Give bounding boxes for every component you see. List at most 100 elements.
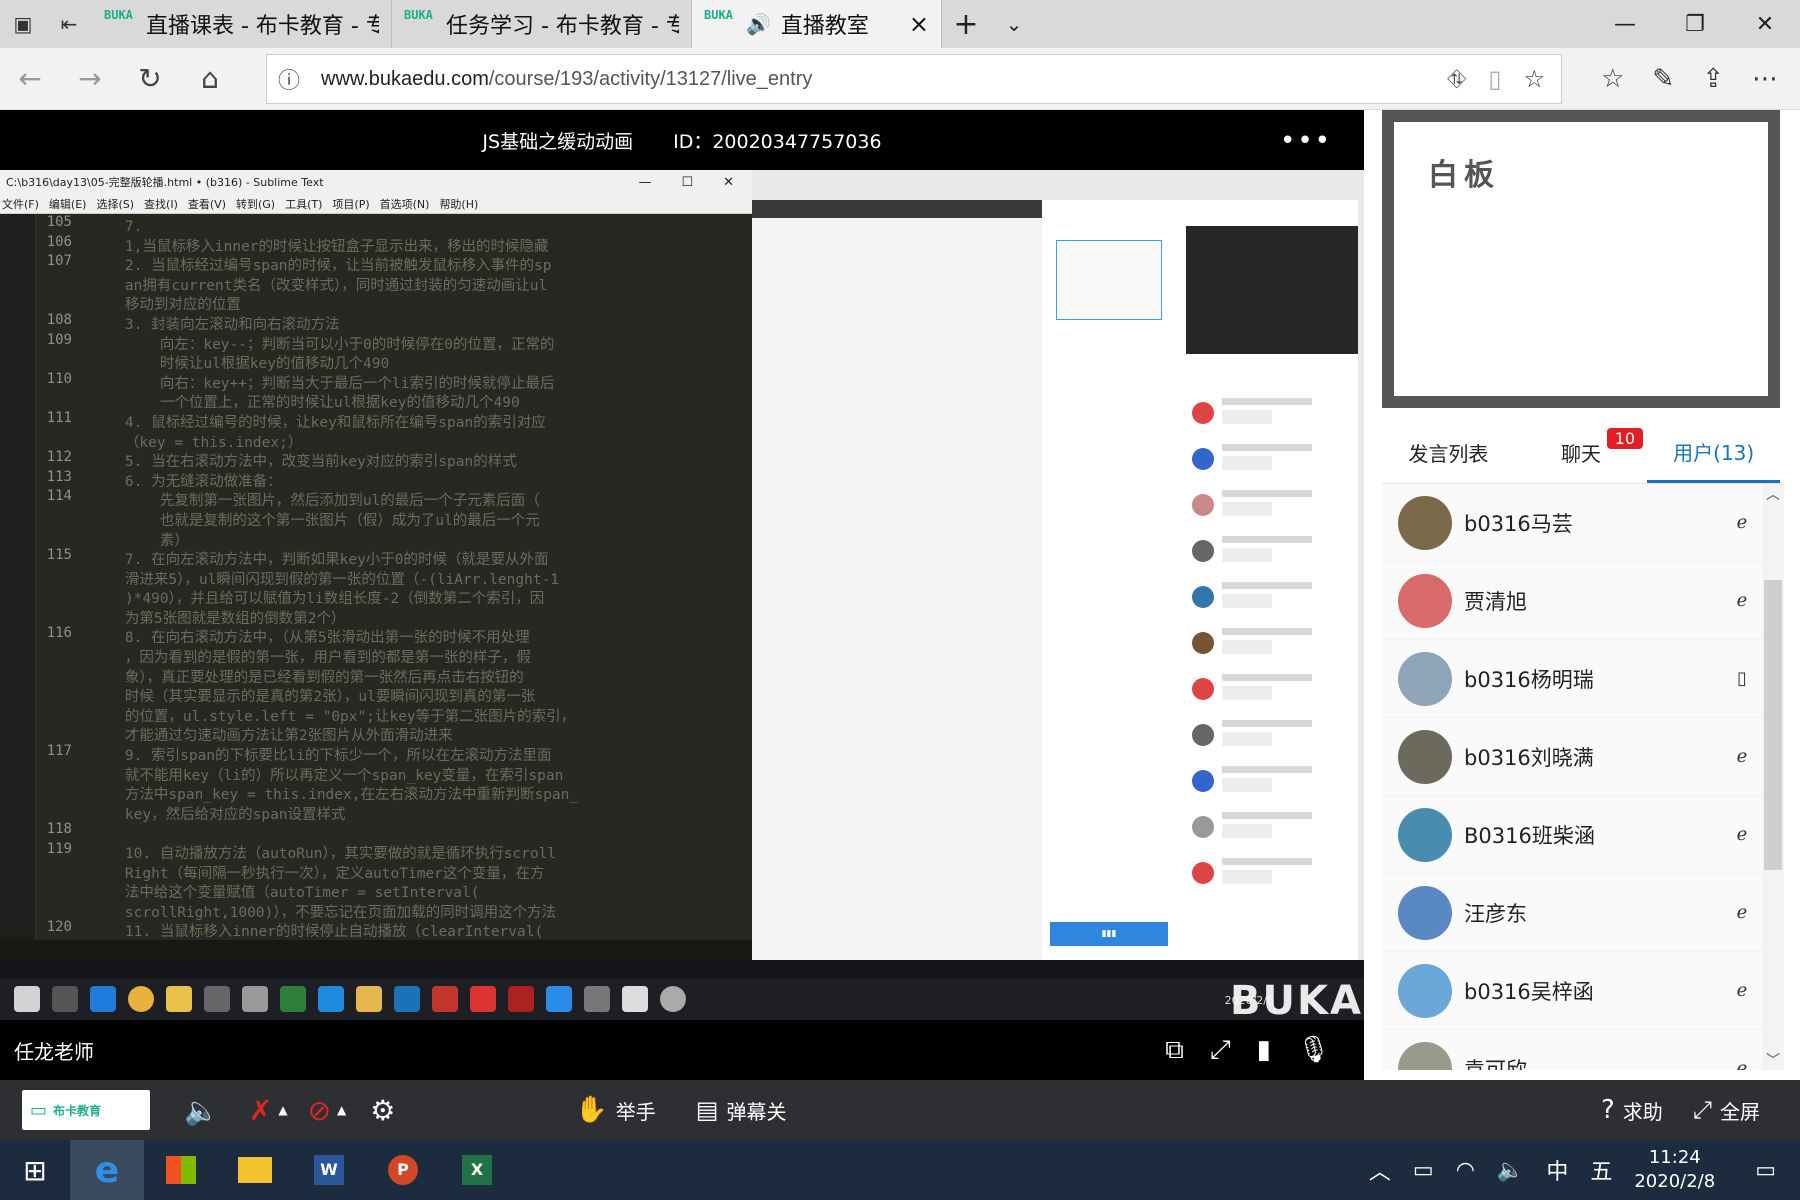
whiteboard-preview[interactable]: 白板 — [1382, 110, 1780, 408]
code-line: 10. 自动播放方法（autoRun），其实要做的就是循环执行scroll — [90, 846, 557, 862]
minimize-icon[interactable]: — — [1590, 0, 1660, 48]
help-button[interactable]: ? 求助 — [1601, 1095, 1663, 1125]
line-number — [36, 684, 72, 704]
system-clock[interactable]: 11:24 2020/2/8 — [1634, 1146, 1715, 1194]
danmaku-toggle-button[interactable]: ▤ 弹幕关 — [696, 1096, 787, 1125]
forward-arrow-icon[interactable]: → — [60, 62, 120, 95]
info-icon[interactable]: ⓘ — [267, 63, 311, 95]
code-line: 7. 在向左滚动方法中，判断如果key小于0的时候（就是要从外面 — [90, 552, 549, 569]
caret-up-icon[interactable]: ▲ — [337, 1103, 346, 1117]
word-app-icon[interactable]: W — [292, 1140, 366, 1200]
line-number: 114 — [46, 488, 72, 505]
code-line: 方法中span_key = this.index,在左右滚动方法中重新判断spa… — [90, 787, 579, 804]
user-row[interactable]: b0316吴梓函 ℯ — [1382, 952, 1762, 1030]
pen-notes-icon[interactable]: ✎ — [1652, 64, 1674, 94]
tab-task-learning[interactable]: BUKA 任务学习 - 布卡教育 - 专业[ — [392, 0, 692, 48]
excel-app-icon[interactable]: X — [440, 1140, 514, 1200]
tab-chat[interactable]: 聊天 10 — [1515, 422, 1648, 483]
battery-icon[interactable]: ▭ — [1413, 1158, 1434, 1183]
settings-gear-icon[interactable]: ⚙ — [370, 1094, 395, 1127]
code-line: 6. 为无缝滚动做准备： — [90, 473, 282, 490]
avatar — [1398, 885, 1452, 940]
raise-hand-button[interactable]: ✋ 举手 — [575, 1095, 655, 1125]
code-line: 1,当鼠标移入inner的时候让按钮盒子显示出来，移出的时候隐藏 — [90, 238, 549, 255]
home-icon[interactable]: ⌂ — [180, 62, 240, 95]
user-row[interactable]: 袁可欣 ℯ — [1382, 1030, 1762, 1070]
chevron-down-icon[interactable]: ﹀ — [1762, 1050, 1784, 1070]
user-row[interactable]: 贾清旭 ℯ — [1382, 562, 1762, 640]
tab-speak-list[interactable]: 发言列表 — [1382, 422, 1515, 483]
code-line: 象），真正要处理的是已经看到假的第一张然后再点击右按钮的 — [90, 669, 524, 686]
user-list-scrollbar[interactable]: ︿ ﹀ — [1762, 484, 1784, 1070]
avatar — [1398, 729, 1452, 784]
mobile-icon: ▯ — [1737, 668, 1747, 689]
user-row[interactable]: B0316班柴涵 ℯ — [1382, 796, 1762, 874]
chevron-down-icon[interactable]: ⌄ — [990, 0, 1038, 48]
speaker-icon[interactable]: 🔈 — [184, 1094, 219, 1127]
user-row[interactable]: b0316马芸 ℯ — [1382, 484, 1762, 562]
line-number — [36, 273, 72, 293]
notifications-icon[interactable]: ▭ — [1755, 1158, 1776, 1183]
tab-users[interactable]: 用户(13) — [1647, 422, 1781, 483]
favorite-star-icon[interactable]: ☆ — [1523, 65, 1545, 93]
wifi-icon[interactable]: ◠ — [1456, 1158, 1475, 1183]
fullscreen-button[interactable]: ⤢ 全屏 — [1693, 1096, 1760, 1125]
caret-up-icon[interactable]: ▲ — [278, 1103, 287, 1117]
user-name: b0316刘晓满 — [1464, 745, 1594, 770]
stage-footer: 任龙老师 ⧉ ⤢ ▮ 🎙 — [0, 1020, 1364, 1080]
remote-taskbar: 2020/2/8 — [0, 960, 1364, 1020]
ime-language[interactable]: 中 — [1546, 1154, 1568, 1186]
chevron-up-icon[interactable]: ︿ — [1369, 1154, 1391, 1186]
user-row[interactable]: b0316杨明瑞 ▯ — [1382, 640, 1762, 718]
close-tab-icon[interactable]: × — [909, 10, 929, 38]
more-menu-icon[interactable]: ⋯ — [1752, 64, 1778, 94]
mic-muted-icon[interactable]: ✗ — [249, 1094, 272, 1127]
address-bar[interactable]: ⓘ www.bukaedu.com/course/193/activity/13… — [266, 54, 1562, 104]
user-name: b0316杨明瑞 — [1464, 667, 1594, 692]
windows-start-icon[interactable]: ⊞ — [0, 1154, 70, 1187]
powerpoint-app-icon[interactable]: P — [366, 1140, 440, 1200]
edge-app-icon[interactable]: e — [70, 1140, 144, 1200]
share-icon[interactable]: ⇪ — [1702, 64, 1724, 94]
tab-live-classroom[interactable]: BUKA 🔊 直播教室 × — [692, 0, 942, 48]
store-app-icon[interactable] — [144, 1140, 218, 1200]
remote-chat-message — [1192, 398, 1342, 438]
line-number: 110 — [46, 370, 72, 387]
ie-icon: ℯ — [1736, 902, 1748, 923]
user-row[interactable]: 汪彦东 ℯ — [1382, 874, 1762, 952]
reading-view-icon[interactable]: ▯ — [1488, 65, 1501, 93]
tab-schedule[interactable]: BUKA 直播课表 - 布卡教育 - 专业[ — [92, 0, 392, 48]
fullscreen-label: 全屏 — [1720, 1099, 1760, 1124]
user-row[interactable]: b0316刘晓满 ℯ — [1382, 718, 1762, 796]
favorites-list-icon[interactable]: ☆ — [1601, 64, 1624, 94]
scrollbar-thumb[interactable] — [1764, 580, 1782, 870]
whiteboard-label: 白板 — [1394, 122, 1768, 396]
ime-mode[interactable]: 五 — [1590, 1154, 1612, 1186]
line-number: 118 — [46, 821, 72, 838]
close-window-icon[interactable]: ✕ — [1730, 0, 1800, 48]
translate-icon[interactable]: ⛗ — [1447, 65, 1466, 93]
refresh-icon[interactable]: ↻ — [120, 62, 180, 95]
chevron-up-icon[interactable]: ︿ — [1762, 484, 1784, 504]
expand-icon[interactable]: ⤢ — [1210, 1035, 1231, 1066]
file-explorer-icon[interactable] — [218, 1140, 292, 1200]
back-arrow-icon[interactable]: ← — [0, 62, 60, 95]
restore-icon[interactable]: ❐ — [1660, 0, 1730, 48]
volume-icon[interactable]: 🔈 — [1497, 1158, 1524, 1183]
set-aside-tabs-icon[interactable]: ⇤ — [46, 0, 92, 48]
tab-actions-icon[interactable]: ▣ — [0, 0, 46, 48]
url-text[interactable]: www.bukaedu.com/course/193/activity/1312… — [311, 68, 1447, 91]
switch-layout-icon[interactable]: ⧉ — [1165, 1035, 1184, 1066]
tab-label: 聊天 — [1561, 442, 1601, 466]
microphone-icon[interactable]: 🎙 — [1297, 1035, 1330, 1066]
sublime-menu-item: 文件(F) — [2, 197, 39, 211]
code-line: （key = this.index;） — [90, 434, 303, 451]
audio-playing-icon[interactable]: 🔊 — [746, 12, 771, 36]
buka-logo: ▭ 布卡教育 — [22, 1090, 150, 1130]
new-tab-icon[interactable]: + — [942, 0, 990, 48]
remote-chat-message — [1192, 582, 1342, 622]
line-number — [36, 861, 72, 881]
sublime-status — [0, 940, 752, 960]
stage-more-icon[interactable]: ••• — [1280, 126, 1332, 156]
camera-off-icon[interactable]: ⊘ — [308, 1094, 331, 1127]
